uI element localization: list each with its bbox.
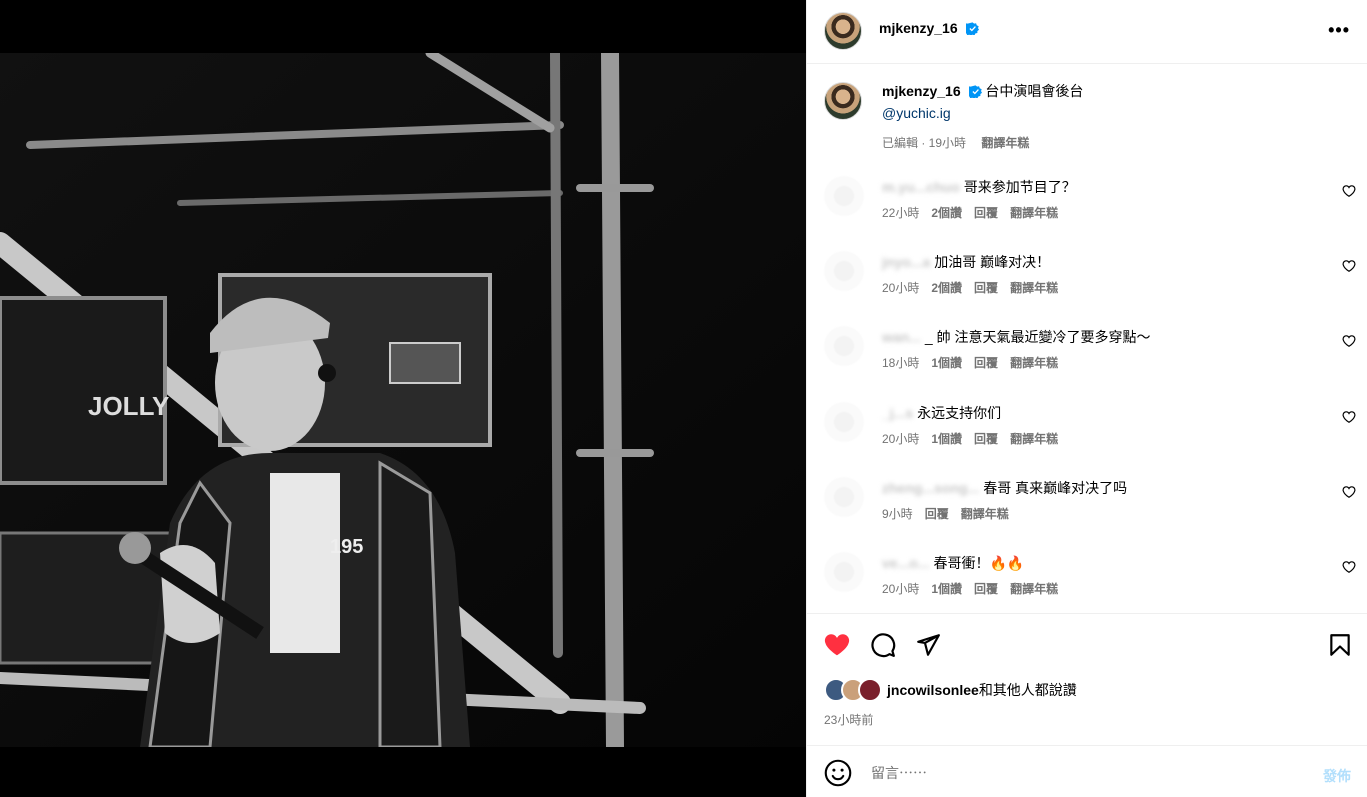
translate-link[interactable]: 翻譯年糕: [961, 507, 1009, 521]
author-name[interactable]: mjkenzy_16: [879, 20, 958, 36]
comment-heart-icon[interactable]: [1342, 334, 1356, 348]
comment-author[interactable]: ve...o...: [882, 555, 929, 571]
comment-author[interactable]: _j...s: [882, 405, 913, 421]
heart-icon[interactable]: [824, 632, 850, 658]
post-photo: JOLLY 195: [0, 53, 806, 747]
reply-button[interactable]: 回覆: [974, 206, 998, 220]
comment-avatar[interactable]: [824, 552, 864, 592]
author-avatar[interactable]: [824, 12, 862, 50]
svg-text:JOLLY: JOLLY: [88, 391, 169, 421]
bookmark-icon[interactable]: [1327, 632, 1353, 658]
comment-likes[interactable]: 1個讚: [931, 582, 962, 596]
caption-edited-time: 已編輯 · 19小時: [882, 136, 967, 150]
comment-time: 22小時: [882, 206, 920, 220]
comment-icon[interactable]: [870, 632, 896, 658]
comment-text: 永远支持你们: [917, 405, 1002, 421]
caption-mention-link[interactable]: @yuchic.ig: [882, 105, 951, 121]
liker-avatar: [858, 678, 882, 702]
comment-time: 9小時: [882, 507, 913, 521]
caption-author[interactable]: mjkenzy_16: [882, 83, 961, 99]
comment-item: wan... _ 帥 注意天氣最近變冷了要多穿點～ 18小時 1個讚 回覆 翻譯年糕: [824, 326, 1356, 386]
comment-likes[interactable]: 1個讚: [931, 432, 962, 446]
comment-likes[interactable]: 1個讚: [931, 356, 962, 370]
comment-avatar[interactable]: [824, 251, 864, 291]
comment-avatar[interactable]: [824, 477, 864, 517]
post-caption: mjkenzy_16 台中演唱會後台 @yuchic.ig 已編輯 · 19小時…: [824, 80, 1344, 154]
more-options-icon[interactable]: •••: [1328, 20, 1350, 41]
likes-suffix[interactable]: 和其他人都說讚: [979, 682, 1077, 698]
comment-composer: 發佈: [807, 745, 1367, 797]
reply-button[interactable]: 回覆: [974, 356, 998, 370]
comment-likes[interactable]: 2個讚: [931, 281, 962, 295]
comment-author[interactable]: zheng...song...: [882, 480, 979, 496]
verified-icon: [965, 22, 979, 35]
comment-text: 春哥衝！🔥🔥: [933, 555, 1025, 571]
comment-avatar[interactable]: [824, 176, 864, 216]
translate-link[interactable]: 翻譯年糕: [1010, 356, 1058, 370]
author-username[interactable]: mjkenzy_16: [879, 20, 979, 36]
comment-item: ve...o... 春哥衝！🔥🔥 20小時 1個讚 回覆 翻譯年糕: [824, 552, 1356, 612]
comment-heart-icon[interactable]: [1342, 485, 1356, 499]
post-actions: jncowilsonlee和其他人都說讚 23小時前: [807, 613, 1367, 745]
comment-heart-icon[interactable]: [1342, 184, 1356, 198]
post-header: mjkenzy_16 •••: [807, 0, 1367, 64]
reply-button[interactable]: 回覆: [925, 507, 949, 521]
verified-icon: [968, 85, 982, 98]
comment-likes[interactable]: 2個讚: [931, 206, 962, 220]
comment-avatar[interactable]: [824, 402, 864, 442]
comment-item: zheng...song... 春哥 真来巅峰对决了吗 9小時 回覆 翻譯年糕: [824, 477, 1356, 537]
post-media[interactable]: JOLLY 195: [0, 0, 806, 797]
comment-author[interactable]: wan...: [882, 329, 921, 345]
translate-link[interactable]: 翻譯年糕: [1010, 206, 1058, 220]
comment-item: jnyo...a 加油哥 巅峰对决！ 20小時 2個讚 回覆 翻譯年糕: [824, 251, 1356, 311]
comment-heart-icon[interactable]: [1342, 560, 1356, 574]
likes-summary[interactable]: jncowilsonlee和其他人都說讚: [824, 678, 1077, 702]
translate-link[interactable]: 翻譯年糕: [1010, 582, 1058, 596]
reply-button[interactable]: 回覆: [974, 582, 998, 596]
comment-time: 20小時: [882, 582, 920, 596]
emoji-icon[interactable]: [824, 759, 852, 787]
liker-username[interactable]: jncowilsonlee: [887, 682, 979, 698]
comment-text: 春哥 真来巅峰对决了吗: [983, 480, 1128, 496]
comment-author[interactable]: m.yu...chuo: [882, 179, 960, 195]
share-icon[interactable]: [915, 632, 941, 658]
comment-text: 加油哥 巅峰对决！: [934, 254, 1051, 270]
post-timestamp[interactable]: 23小時前: [824, 711, 873, 728]
comment-text: 哥来参加节目了？: [963, 179, 1076, 195]
comment-time: 18小時: [882, 356, 920, 370]
comment-heart-icon[interactable]: [1342, 259, 1356, 273]
comment-time: 20小時: [882, 281, 920, 295]
post-comment-button[interactable]: 發佈: [1323, 766, 1351, 786]
caption-translate-link[interactable]: 翻譯年糕: [981, 136, 1029, 150]
comment-avatar[interactable]: [824, 326, 864, 366]
translate-link[interactable]: 翻譯年糕: [1010, 281, 1058, 295]
comment-time: 20小時: [882, 432, 920, 446]
post-sidebar: mjkenzy_16 ••• mjkenzy_16 台中演唱會後台 @yuchi…: [806, 0, 1367, 797]
reply-button[interactable]: 回覆: [974, 432, 998, 446]
comment-item: _j...s 永远支持你们 20小時 1個讚 回覆 翻譯年糕: [824, 402, 1356, 462]
reply-button[interactable]: 回覆: [974, 281, 998, 295]
caption-text: 台中演唱會後台: [985, 83, 1084, 99]
caption-avatar[interactable]: [824, 82, 862, 120]
svg-text:195: 195: [330, 536, 363, 558]
translate-link[interactable]: 翻譯年糕: [1010, 432, 1058, 446]
comment-text: _ 帥 注意天氣最近變冷了要多穿點～: [924, 329, 1151, 345]
comment-author[interactable]: jnyo...a: [882, 254, 930, 270]
comment-heart-icon[interactable]: [1342, 410, 1356, 424]
comment-item: m.yu...chuo 哥来参加节目了？ 22小時 2個讚 回覆 翻譯年糕: [824, 176, 1356, 236]
comment-input[interactable]: [869, 758, 1293, 788]
